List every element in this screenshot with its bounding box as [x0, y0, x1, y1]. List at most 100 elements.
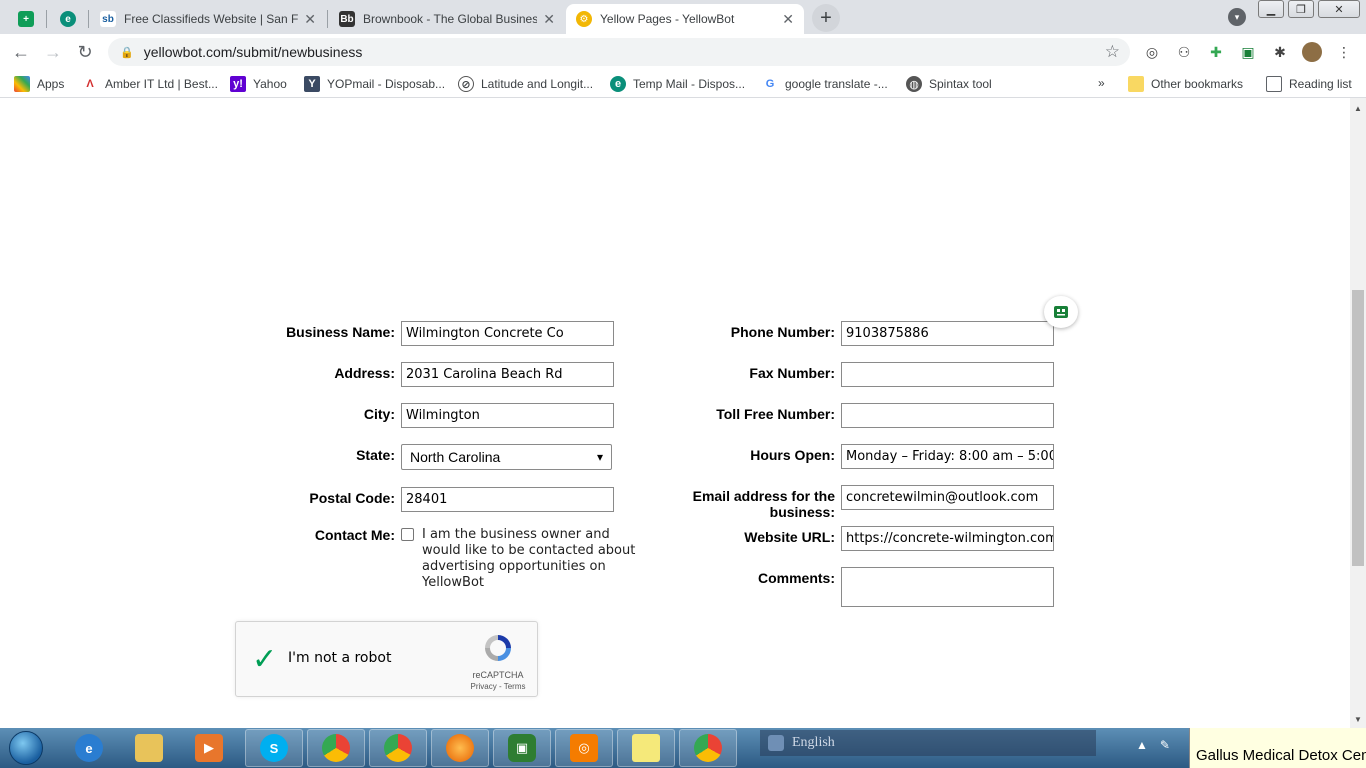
- taskbar-ie[interactable]: e: [60, 729, 118, 767]
- taskbar-firefox[interactable]: [431, 729, 489, 767]
- taskbar-screenshot[interactable]: ◎: [555, 729, 613, 767]
- state-select[interactable]: North Carolina ▾: [401, 444, 612, 470]
- recaptcha-terms-link[interactable]: Privacy - Terms: [464, 682, 532, 691]
- postal-code-input[interactable]: 28401: [401, 487, 614, 512]
- hours-input[interactable]: Monday – Friday: 8:00 am – 5:00 pm: [841, 444, 1054, 469]
- tray-arrow-icon[interactable]: ▲: [1136, 738, 1148, 752]
- scroll-up-icon[interactable]: ▲: [1354, 104, 1362, 113]
- sb-icon: sb: [100, 11, 116, 27]
- phone-input[interactable]: 9103875886: [841, 321, 1054, 346]
- tab-free-classifieds[interactable]: sb Free Classifieds Website | San Fra ✕: [90, 4, 326, 34]
- folder-icon: [1128, 76, 1144, 92]
- bookmark-yahoo[interactable]: y! Yahoo: [230, 76, 287, 92]
- recaptcha-text: I'm not a robot: [288, 650, 392, 666]
- bookmark-amber[interactable]: Λ Amber IT Ltd | Best...: [82, 76, 218, 92]
- extension-icon[interactable]: ◎: [1142, 42, 1162, 62]
- browser-toolbar: ← → ↻ 🔒 yellowbot.com/submit/newbusiness…: [0, 34, 1366, 70]
- taskbar-chrome-2[interactable]: [369, 729, 427, 767]
- minimize-button[interactable]: ▁: [1258, 0, 1284, 18]
- puzzle-icon[interactable]: ✱: [1270, 42, 1290, 62]
- close-window-button[interactable]: ✕: [1318, 0, 1360, 18]
- notification-text: Gallus Medical Detox Cent: [1196, 747, 1366, 764]
- restore-button[interactable]: ❐: [1288, 0, 1314, 18]
- start-button[interactable]: [4, 729, 48, 767]
- bookmark-google-translate[interactable]: G google translate -...: [762, 76, 888, 92]
- tab-search-icon[interactable]: ▾: [1228, 8, 1246, 26]
- taskbar-chrome-3[interactable]: [679, 729, 737, 767]
- taskbar-media[interactable]: ▶: [180, 729, 238, 767]
- compass-icon: ⊘: [458, 76, 474, 92]
- notification-popup[interactable]: Gallus Medical Detox Cent: [1189, 728, 1366, 768]
- taskbar-notes[interactable]: [617, 729, 675, 767]
- contact-me-text: I am the business owner and would like t…: [422, 527, 636, 590]
- sheets-icon: +: [18, 11, 34, 27]
- taskbar-skype[interactable]: S: [245, 729, 303, 767]
- comments-textarea[interactable]: [841, 567, 1054, 607]
- extension-icon[interactable]: ▣: [1238, 42, 1258, 62]
- tab-title: Brownbook - The Global Business: [363, 12, 538, 26]
- reload-icon[interactable]: ↻: [74, 41, 96, 63]
- language-label: English: [792, 735, 835, 750]
- pen-icon[interactable]: ✎: [1160, 738, 1170, 752]
- scrollbar-thumb[interactable]: [1352, 290, 1364, 566]
- bookmark-spintax[interactable]: ◍ Spintax tool: [906, 76, 992, 92]
- language-bar[interactable]: English: [760, 730, 1096, 756]
- lock-icon[interactable]: 🔒: [120, 46, 134, 59]
- address-input[interactable]: 2031 Carolina Beach Rd: [401, 362, 614, 387]
- contact-me-checkbox[interactable]: [401, 528, 414, 541]
- taskbar-bot[interactable]: ▣: [493, 729, 551, 767]
- close-tab-icon[interactable]: ✕: [543, 11, 555, 28]
- checkmark-icon[interactable]: ✓: [252, 642, 277, 677]
- website-input[interactable]: https://concrete-wilmington.com/: [841, 526, 1054, 551]
- state-label: State:: [356, 447, 395, 463]
- address-bar[interactable]: 🔒 yellowbot.com/submit/newbusiness ☆: [108, 38, 1130, 66]
- new-tab-button[interactable]: +: [812, 4, 840, 32]
- tab-yellowbot[interactable]: ⚙ Yellow Pages - YellowBot ✕: [566, 4, 804, 34]
- extension-icon[interactable]: ⚇: [1174, 42, 1194, 62]
- bookmark-apps[interactable]: Apps: [14, 76, 64, 92]
- tab-brownbook[interactable]: Bb Brownbook - The Global Business ✕: [329, 4, 565, 34]
- apps-grid-icon: [14, 76, 30, 92]
- bookmark-latitude[interactable]: ⊘ Latitude and Longit...: [458, 76, 593, 92]
- screenshot-icon: ◎: [570, 734, 598, 762]
- fax-input[interactable]: [841, 362, 1054, 387]
- search-icon: [768, 735, 784, 751]
- email-input[interactable]: concretewilmin@outlook.com: [841, 485, 1054, 510]
- window-controls: ▁ ❐ ✕: [1258, 0, 1360, 18]
- website-label: Website URL:: [744, 529, 835, 545]
- taskbar-explorer[interactable]: [120, 729, 178, 767]
- reading-list[interactable]: Reading list: [1266, 76, 1352, 92]
- tab-title: Free Classifieds Website | San Fra: [124, 12, 299, 26]
- bookmark-star-icon[interactable]: ☆: [1105, 42, 1120, 62]
- bookmark-tempmail[interactable]: e Temp Mail - Dispos...: [610, 76, 745, 92]
- tab-strip: + e sb Free Classifieds Website | San Fr…: [0, 0, 1366, 34]
- forward-icon[interactable]: →: [42, 41, 64, 63]
- yahoo-icon: y!: [230, 76, 246, 92]
- system-tray: ▲ ✎: [1136, 738, 1170, 752]
- tab-sheets[interactable]: +: [8, 4, 44, 34]
- taskbar-chrome-1[interactable]: [307, 729, 365, 767]
- menu-dots-icon[interactable]: ⋮: [1334, 42, 1354, 62]
- bookmarks-more-icon[interactable]: »: [1098, 76, 1105, 90]
- sticky-notes-icon: [632, 734, 660, 762]
- avatar[interactable]: [1302, 42, 1322, 62]
- bb-icon: Bb: [339, 11, 355, 27]
- page-scrollbar[interactable]: ▲ ▼: [1350, 98, 1366, 728]
- back-icon[interactable]: ←: [10, 41, 32, 63]
- scroll-down-icon[interactable]: ▼: [1354, 715, 1362, 724]
- tempmail-icon: e: [610, 76, 626, 92]
- bookmark-yopmail[interactable]: Y YOPmail - Disposab...: [304, 76, 445, 92]
- other-bookmarks[interactable]: Other bookmarks: [1128, 76, 1243, 92]
- close-tab-icon[interactable]: ✕: [782, 11, 794, 28]
- chrome-icon: [694, 734, 722, 762]
- windows-logo-icon: [9, 731, 43, 765]
- chevron-down-icon: ▾: [596, 450, 603, 464]
- toll-free-input[interactable]: [841, 403, 1054, 428]
- business-name-input[interactable]: Wilmington Concrete Co: [401, 321, 614, 346]
- city-input[interactable]: Wilmington: [401, 403, 614, 428]
- bitwarden-widget-icon[interactable]: [1044, 296, 1078, 328]
- tab-ec[interactable]: e: [50, 4, 86, 34]
- extension-icon[interactable]: ✚: [1206, 42, 1226, 62]
- close-tab-icon[interactable]: ✕: [304, 11, 316, 28]
- ec-icon: e: [60, 11, 76, 27]
